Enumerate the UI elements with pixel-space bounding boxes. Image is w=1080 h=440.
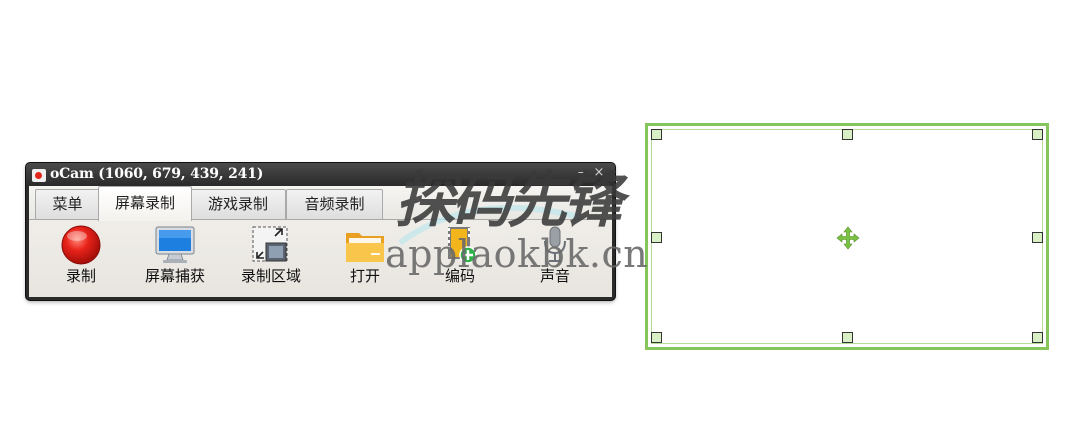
resize-handle-bottom-left[interactable]: [651, 332, 662, 343]
monitor-icon: [155, 226, 195, 263]
tab-audio-record[interactable]: 音频录制: [286, 189, 383, 219]
record-icon: [61, 225, 101, 265]
tab-screen-record[interactable]: 屏幕录制: [98, 186, 192, 221]
resize-handle-right[interactable]: [1032, 232, 1043, 243]
resize-area-icon: [252, 226, 288, 262]
move-icon[interactable]: [836, 226, 860, 250]
resize-handle-top[interactable]: [842, 129, 853, 140]
resize-handle-bottom-right[interactable]: [1032, 332, 1043, 343]
resize-handle-top-right[interactable]: [1032, 129, 1043, 140]
tab-game-record[interactable]: 游戏录制: [190, 189, 286, 219]
record-button[interactable]: 录制: [36, 220, 126, 292]
screen-capture-button[interactable]: 屏幕捕获: [130, 220, 220, 292]
recording-area-frame[interactable]: [645, 123, 1049, 350]
tab-menu[interactable]: 菜单: [35, 189, 100, 219]
resize-handle-bottom[interactable]: [842, 332, 853, 343]
window-title: oCam (1060, 679, 439, 241): [50, 166, 264, 182]
record-area-label: 录制区域: [240, 267, 301, 285]
record-label: 录制: [65, 267, 96, 285]
record-area-button[interactable]: 录制区域: [226, 220, 316, 292]
watermark-url: applaokbk.cn: [385, 232, 649, 276]
resize-handle-left[interactable]: [651, 232, 662, 243]
ocam-app-icon: [32, 169, 46, 182]
watermark-chinese: 探码先锋: [395, 166, 623, 236]
resize-handle-top-left[interactable]: [651, 129, 662, 140]
screen-capture-label: 屏幕捕获: [144, 267, 205, 285]
